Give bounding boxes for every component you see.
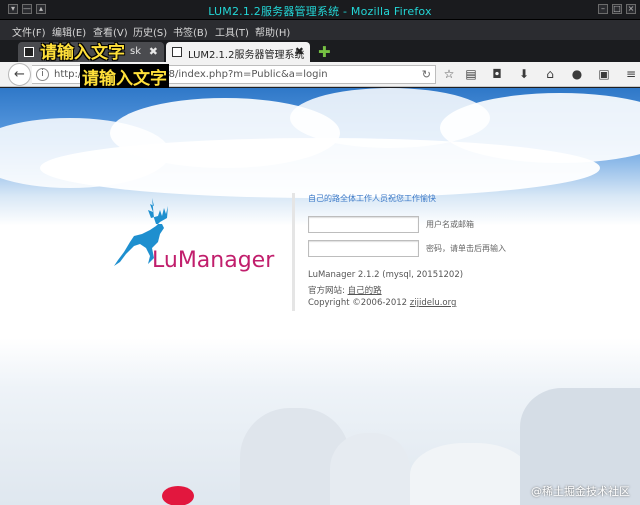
version-line: LuManager 2.1.2 (mysql, 20151202) [308,270,464,280]
username-hint: 用户名或邮箱 [426,220,474,229]
password-input[interactable] [308,240,419,257]
pocket-icon[interactable]: ◘ [490,67,504,81]
back-button[interactable]: ← [8,63,31,86]
new-tab-icon[interactable]: ✚ [318,43,331,61]
menu-file[interactable]: 文件(F) [12,24,46,39]
tab-close-icon[interactable]: ✖ [295,45,304,58]
close-window-icon[interactable]: × [626,4,636,14]
menu-view[interactable]: 查看(V) [93,24,128,39]
tab-close-icon[interactable]: ✖ [149,45,158,58]
tab-favicon-icon [24,47,34,57]
tab-active-label: LUM2.1.2服务器管理系统 [188,50,305,61]
login-page: LuManager 自己的路全体工作人员祝您工作愉快 用户名或邮箱 密码，请单击… [0,88,640,505]
bookmark-star-icon[interactable]: ☆ [442,67,456,81]
reload-icon[interactable]: ↻ [422,68,431,81]
overlay-label-2: 请输入文字 [80,64,169,89]
home-icon[interactable]: ⌂ [543,67,557,81]
overlay-label-1: 请输入文字 [40,43,125,63]
divider [292,193,295,311]
window-title: LUM2.1.2服务器管理系统 - Mozilla Firefox [208,5,432,18]
site-line: 官方网站: 自己的路 [308,284,382,296]
hamburger-menu-icon[interactable]: ≡ [624,67,638,81]
copyright-label: Copyright ©2006-2012 [308,298,410,308]
welcome-heading[interactable]: 自己的路全体工作人员祝您工作愉快 [308,193,436,204]
red-object [162,486,194,505]
screenshot-icon[interactable]: ▣ [597,67,611,81]
brand-name: LuManager [152,248,275,273]
menu-bookmarks[interactable]: 书签(B) [173,24,208,39]
menu-tools[interactable]: 工具(T) [215,24,249,39]
site-info-icon[interactable]: i [36,68,49,81]
minimize-icon[interactable]: – [598,4,608,14]
menu-edit[interactable]: 编辑(E) [52,24,86,39]
downloads-icon[interactable]: ⬇ [517,67,531,81]
menu-help[interactable]: 帮助(H) [255,24,290,39]
tab-active[interactable]: LUM2.1.2服务器管理系统 ✖ [166,42,310,62]
copyright-link[interactable]: zijidelu.org [410,298,457,308]
reading-list-icon[interactable]: ▤ [464,67,478,81]
username-input[interactable] [308,216,419,233]
watermark: @稀土掘金技术社区 [531,485,630,498]
site-label: 官方网站: [308,286,348,296]
menu-history[interactable]: 历史(S) [133,24,167,39]
snow-tree [330,433,410,505]
arrow-left-icon: ← [14,67,25,82]
menu-bar: 文件(F) 编辑(E) 查看(V) 历史(S) 书签(B) 工具(T) 帮助(H… [0,20,640,40]
maximize-icon[interactable]: □ [612,4,622,14]
snow-tree [410,443,530,505]
cloud [40,138,600,198]
copyright-line: Copyright ©2006-2012 zijidelu.org [308,298,456,308]
tab-inactive-label: sk [130,46,142,57]
site-link[interactable]: 自己的路 [348,286,382,296]
tab-favicon-icon [172,47,182,57]
password-hint: 密码，请单击后再输入 [426,244,506,253]
chat-icon[interactable]: ● [570,67,584,81]
window-titlebar: ▾ — ▴ LUM2.1.2服务器管理系统 - Mozilla Firefox … [0,0,640,20]
